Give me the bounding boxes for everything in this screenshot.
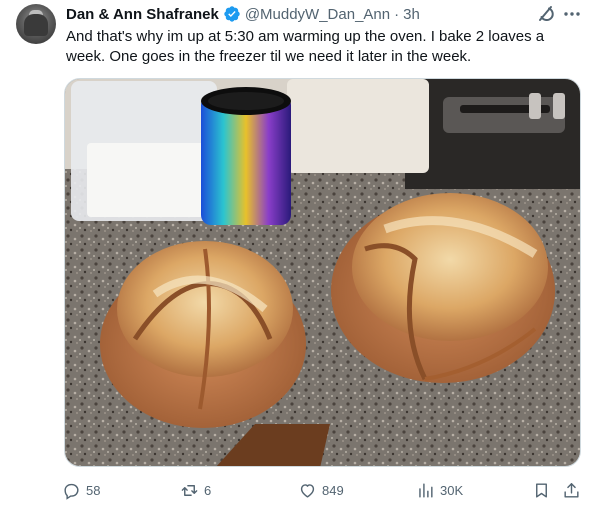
author-handle[interactable]: @MuddyW_Dan_Ann: [245, 6, 390, 23]
reply-button[interactable]: 58: [62, 478, 100, 502]
grok-icon[interactable]: [536, 4, 556, 24]
verified-badge-icon[interactable]: [223, 5, 241, 23]
like-button[interactable]: 849: [298, 478, 344, 502]
bookmark-icon: [536, 482, 547, 498]
repost-count: 6: [204, 482, 212, 498]
tweet[interactable]: Dan & Ann Shafranek @MuddyW_Dan_Ann · 3h…: [0, 0, 596, 509]
repost-button[interactable]: 6: [180, 478, 211, 502]
views-chart-icon: [419, 482, 433, 498]
avatar[interactable]: [16, 4, 56, 44]
repost-icon: [181, 484, 198, 496]
views-button[interactable]: 30K: [416, 478, 463, 502]
heart-icon: [300, 483, 315, 498]
views-count: 30K: [440, 482, 464, 498]
author-name[interactable]: Dan & Ann Shafranek: [66, 6, 219, 23]
bookmark-button[interactable]: [532, 478, 551, 502]
tweet-timestamp[interactable]: 3h: [403, 6, 420, 23]
tweet-header: Dan & Ann Shafranek @MuddyW_Dan_Ann · 3h: [66, 4, 420, 24]
share-button[interactable]: [562, 478, 581, 502]
more-dots-icon[interactable]: [562, 4, 582, 24]
share-icon: [564, 482, 579, 498]
avatar-figure-body: [24, 14, 48, 36]
tweet-text: And that's why im up at 5:30 am warming …: [66, 28, 545, 65]
tweet-actions: 58 6 849 30K: [62, 478, 586, 502]
reply-icon: [64, 483, 79, 500]
tweet-photo[interactable]: [64, 78, 581, 467]
like-count: 849: [322, 482, 344, 498]
reply-count: 58: [86, 482, 101, 498]
header-separator: ·: [394, 5, 400, 23]
